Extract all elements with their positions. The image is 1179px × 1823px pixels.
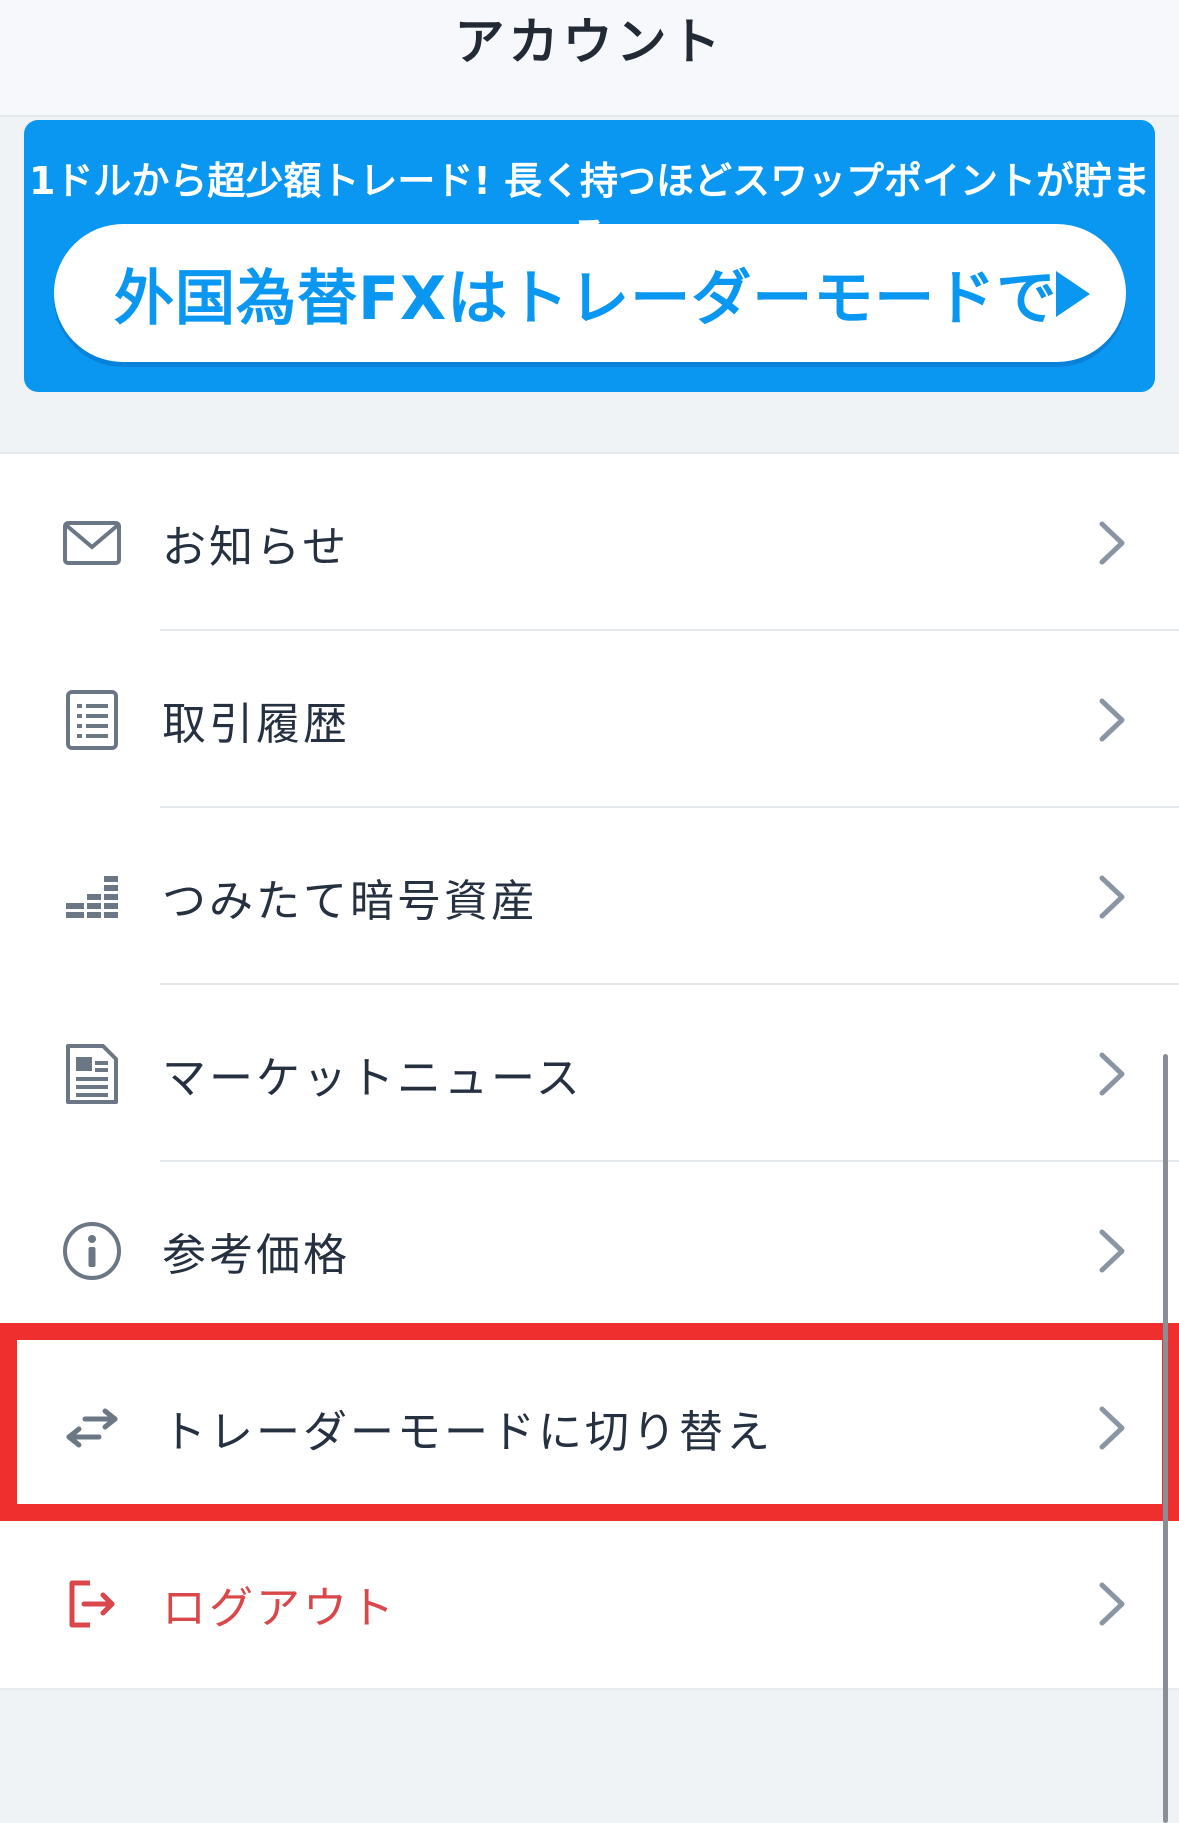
menu-item-notifications[interactable]: お知らせ (0, 454, 1179, 631)
chevron-right-icon (1099, 875, 1125, 918)
chevron-right-icon (1099, 1582, 1125, 1625)
banner-cta-button[interactable]: 外国為替FXはトレーダーモードで (54, 224, 1126, 362)
menu-item-market-news[interactable]: マーケットニュース (0, 985, 1179, 1162)
menu-item-label: ログアウト (162, 1582, 397, 1634)
menu-item-logout[interactable]: ログアウト (0, 1515, 1179, 1692)
chevron-right-icon (1099, 521, 1125, 564)
chevron-right-icon (1099, 698, 1125, 741)
info-circle-icon (60, 1219, 124, 1283)
scrollbar[interactable] (1163, 1054, 1168, 1823)
newspaper-icon (60, 1042, 124, 1106)
swap-arrows-icon (60, 1396, 124, 1460)
menu-item-switch-trader-mode[interactable]: トレーダーモードに切り替え (0, 1339, 1179, 1516)
menu-item-label: 参考価格 (162, 1229, 350, 1281)
menu-item-reference-price[interactable]: 参考価格 (0, 1162, 1179, 1339)
banner-cta-label: 外国為替FXはトレーダーモードで (114, 263, 1058, 334)
bar-stack-icon (60, 865, 124, 929)
menu-item-label: マーケットニュース (162, 1052, 583, 1104)
chevron-right-icon (1099, 1229, 1125, 1272)
account-menu: お知らせ 取引履歴 つみたて暗号資産 マーケットニュース 参考価格 トレーダーモ… (0, 452, 1179, 1690)
chevron-right-icon (1099, 1406, 1125, 1449)
menu-item-label: トレーダーモードに切り替え (162, 1406, 773, 1458)
menu-item-label: つみたて暗号資産 (162, 875, 538, 927)
menu-item-label: 取引履歴 (162, 698, 350, 750)
chevron-right-icon (1099, 1052, 1125, 1095)
trader-mode-banner[interactable]: 1ドルから超少額トレード! 長く持つほどスワップポイントが貯まる 外国為替FXは… (24, 120, 1155, 392)
logout-icon (60, 1572, 124, 1636)
list-document-icon (60, 688, 124, 752)
play-arrow-icon (1056, 271, 1090, 317)
page-title: アカウント (454, 12, 725, 71)
menu-item-trade-history[interactable]: 取引履歴 (0, 631, 1179, 808)
header-bar: アカウント (0, 0, 1179, 117)
envelope-icon (60, 511, 124, 575)
menu-item-crypto-savings[interactable]: つみたて暗号資産 (0, 808, 1179, 985)
menu-item-label: お知らせ (162, 521, 350, 573)
